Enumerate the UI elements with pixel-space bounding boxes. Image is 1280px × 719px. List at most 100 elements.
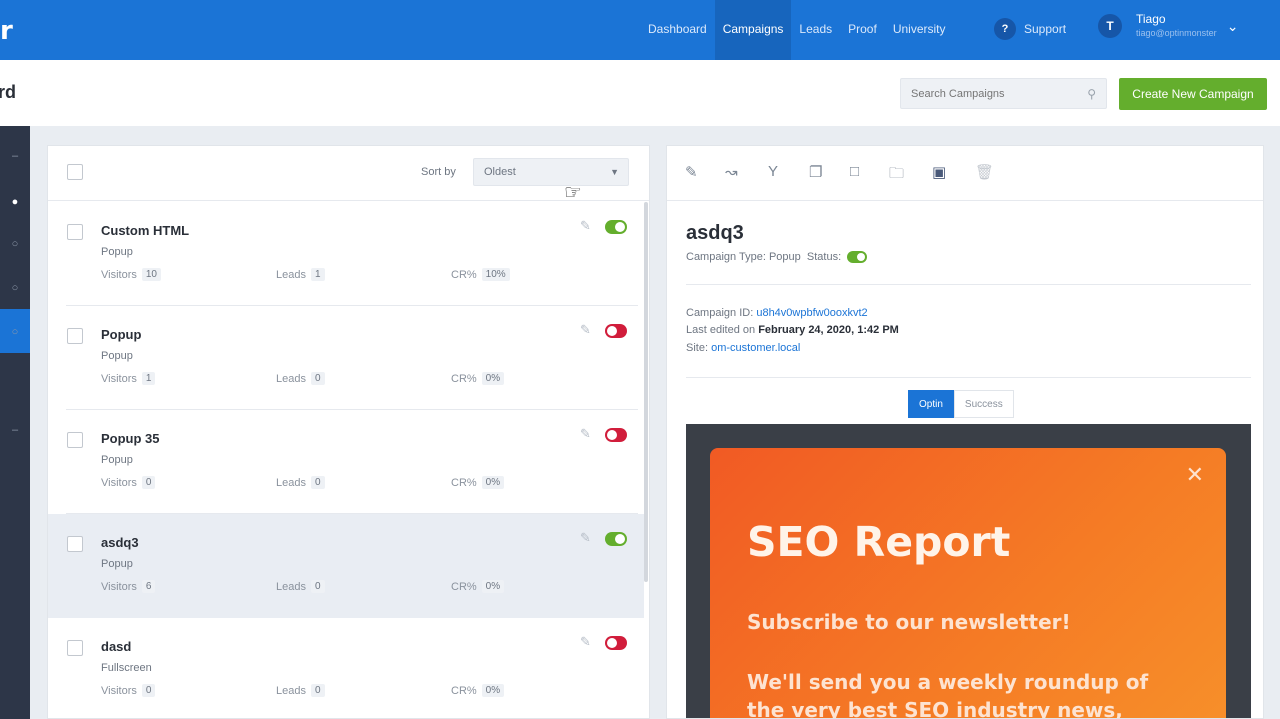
view-tabs: Optin Success xyxy=(908,390,1014,418)
campaign-row[interactable]: dasd Fullscreen Visitors 0 Leads 0 CR% 0% ✎ xyxy=(48,618,644,718)
search-box[interactable]: ⚲ xyxy=(900,78,1107,109)
sidebar-collapse-icon[interactable]: – xyxy=(0,150,30,166)
search-input[interactable] xyxy=(901,79,1071,108)
campaign-name[interactable]: Popup 35 xyxy=(101,431,160,446)
sidebar-item-icon[interactable]: ● xyxy=(0,196,30,212)
sidebar-divider-icon: – xyxy=(11,424,19,436)
leads-stat: Leads 0 xyxy=(276,476,325,489)
list-scrollbar[interactable] xyxy=(644,202,648,582)
help-icon: ? xyxy=(994,18,1016,40)
campaign-type: Fullscreen xyxy=(101,662,152,674)
row-checkbox[interactable] xyxy=(67,536,83,552)
campaign-name[interactable]: Popup xyxy=(101,327,141,342)
edit-icon[interactable]: ✎ xyxy=(580,218,591,234)
edit-icon[interactable]: ✎ xyxy=(685,163,698,181)
stat-label: Visitors xyxy=(101,372,137,385)
campaign-row[interactable]: Popup Popup Visitors 1 Leads 0 CR% 0% ✎ xyxy=(48,306,644,410)
chevron-down-icon: ▼ xyxy=(610,167,619,177)
archive-icon[interactable]: □ xyxy=(850,163,859,180)
stat-value: 6 xyxy=(141,580,156,593)
select-all-checkbox[interactable] xyxy=(67,164,83,180)
analytics-icon[interactable]: ↝ xyxy=(725,163,738,181)
visitors-stat: Visitors 0 xyxy=(101,684,156,697)
nav-dashboard[interactable]: Dashboard xyxy=(640,0,715,60)
search-icon[interactable]: ⚲ xyxy=(1087,87,1096,101)
site-link[interactable]: om-customer.local xyxy=(711,342,800,354)
sidebar-item-icon[interactable]: ○ xyxy=(0,326,30,342)
top-nav-bar: r Dashboard Campaigns Leads Proof Univer… xyxy=(0,0,1280,60)
stat-value: 0 xyxy=(310,684,325,697)
leads-stat: Leads 0 xyxy=(276,372,325,385)
campaign-type-label: Campaign Type: xyxy=(686,251,766,263)
campaign-row[interactable]: Popup 35 Popup Visitors 0 Leads 0 CR% 0% ✎ xyxy=(48,410,644,514)
visitors-stat: Visitors 10 xyxy=(101,268,161,281)
row-checkbox[interactable] xyxy=(67,328,83,344)
campaign-type: Popup xyxy=(101,558,133,570)
campaign-title: asdq3 xyxy=(686,222,744,244)
campaign-id-line: Campaign ID: u8h4v0wpbfw0ooxkvt2 xyxy=(686,307,868,319)
campaign-row-selected[interactable]: asdq3 Popup Visitors 6 Leads 0 CR% 0% ✎ xyxy=(48,514,644,618)
leads-stat: Leads 1 xyxy=(276,268,325,281)
stat-label: Leads xyxy=(276,580,306,593)
folder-icon[interactable]: 🗀 xyxy=(889,163,904,188)
tab-success[interactable]: Success xyxy=(953,390,1014,418)
trash-icon[interactable]: 🗑 xyxy=(975,163,994,181)
visitors-stat: Visitors 6 xyxy=(101,580,156,593)
status-toggle[interactable] xyxy=(605,220,627,234)
campaign-type-value: Popup xyxy=(768,251,801,263)
sort-label: Sort by xyxy=(421,166,456,178)
campaign-meta: Campaign Type: Popup Status: xyxy=(686,251,868,263)
stat-value: 0% xyxy=(481,372,505,385)
edit-icon[interactable]: ✎ xyxy=(580,426,591,442)
campaign-type: Popup xyxy=(101,246,133,258)
nav-proof[interactable]: Proof xyxy=(840,0,885,60)
row-checkbox[interactable] xyxy=(67,224,83,240)
edit-icon[interactable]: ✎ xyxy=(580,634,591,650)
leads-stat: Leads 0 xyxy=(276,684,325,697)
campaign-name[interactable]: dasd xyxy=(101,639,131,654)
visitors-stat: Visitors 0 xyxy=(101,476,156,489)
stat-value: 0% xyxy=(481,684,505,697)
status-toggle[interactable] xyxy=(605,532,627,546)
avatar: T xyxy=(1098,14,1122,38)
close-icon[interactable]: ✕ xyxy=(1186,462,1204,488)
row-checkbox[interactable] xyxy=(67,640,83,656)
campaign-name[interactable]: Custom HTML xyxy=(101,223,189,238)
support-link[interactable]: ? Support xyxy=(994,18,1066,40)
status-toggle[interactable] xyxy=(605,324,627,338)
campaign-name[interactable]: asdq3 xyxy=(101,535,139,550)
edit-icon[interactable]: ✎ xyxy=(580,530,591,546)
sidebar-item-icon[interactable]: ○ xyxy=(0,238,30,254)
nav-leads[interactable]: Leads xyxy=(791,0,840,60)
sort-select[interactable]: Oldest ▼ xyxy=(473,158,629,186)
duplicate-icon[interactable]: ❐ xyxy=(809,163,822,181)
split-test-icon[interactable]: Y xyxy=(768,163,778,180)
popup-preview: ✕ SEO Report Subscribe to our newsletter… xyxy=(710,448,1226,718)
stat-label: Leads xyxy=(276,684,306,697)
campaign-row[interactable]: Custom HTML Popup Visitors 10 Leads 1 CR% 1… xyxy=(48,202,644,306)
campaign-id-value[interactable]: u8h4v0wpbfw0ooxkvt2 xyxy=(756,307,867,319)
nav-campaigns[interactable]: Campaigns xyxy=(714,0,792,60)
status-toggle[interactable] xyxy=(605,428,627,442)
status-toggle[interactable] xyxy=(605,636,627,650)
stat-label: Visitors xyxy=(101,476,137,489)
app-logo[interactable]: r xyxy=(0,16,13,46)
conversion-stat: CR% 0% xyxy=(451,580,505,593)
site-line: Site: om-customer.local xyxy=(686,342,800,354)
stat-label: CR% xyxy=(451,476,477,489)
stat-value: 10 xyxy=(141,268,161,281)
sidebar-item-icon[interactable]: ○ xyxy=(0,282,30,298)
user-menu[interactable]: T Tiago tiago@optinmonster ⌄ xyxy=(1098,12,1238,40)
status-toggle[interactable] xyxy=(847,251,868,263)
conversion-stat: CR% 0% xyxy=(451,476,505,489)
row-checkbox[interactable] xyxy=(67,432,83,448)
edit-icon[interactable]: ✎ xyxy=(580,322,591,338)
tab-optin[interactable]: Optin xyxy=(908,390,954,418)
site-label: Site: xyxy=(686,342,709,354)
save-icon[interactable]: ▣ xyxy=(932,163,946,181)
campaign-detail-panel: ✎ ↝ Y ❐ □ 🗀 ▣ 🗑 asdq3 Campaign Type: Pop… xyxy=(666,145,1264,719)
create-campaign-button[interactable]: Create New Campaign xyxy=(1119,78,1267,110)
visitors-stat: Visitors 1 xyxy=(101,372,156,385)
nav-university[interactable]: University xyxy=(885,0,954,60)
stat-label: Leads xyxy=(276,476,306,489)
